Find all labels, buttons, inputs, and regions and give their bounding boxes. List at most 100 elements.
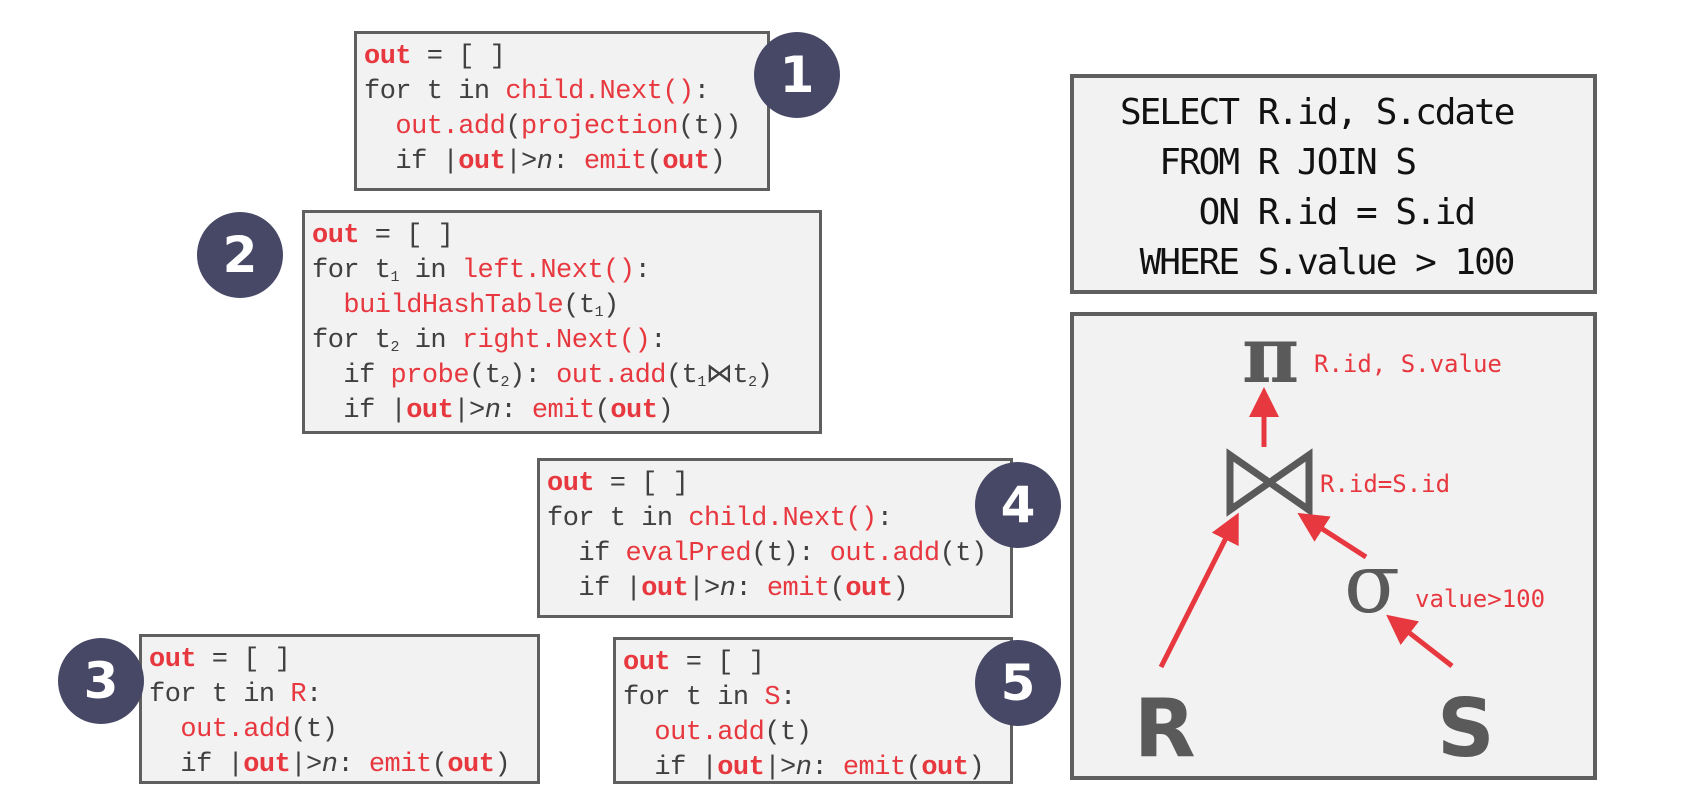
code-token: emit [368,750,432,780]
code-token: out.add [556,361,666,391]
code-token: : [552,147,584,177]
code-token: out [921,753,969,783]
code-line: if |out|>n: emit(out) [364,145,767,180]
code-token: : [735,574,767,604]
code-token: right.Next() [461,326,651,356]
code-token: (t) [764,718,812,748]
code-token: n [484,396,501,426]
code-token: n [536,147,553,177]
code-token: ( [431,750,448,780]
code-line: out = [ ] [623,646,1010,681]
code-token: (t): [751,539,830,569]
code-line: if probe(t2): out.add(t1⋈t2) [312,359,819,394]
code-token: = [ ] [196,645,291,675]
code-line: for t1 in left.Next(): [312,254,819,289]
sql-line: WHERE S.value > 100 [1082,238,1593,288]
step-badge-2: 2 [197,212,283,298]
code-token: if | [623,753,718,783]
selection-operator-code: out = [ ] for t in child.Next(): if evalP… [537,458,1013,618]
code-token: (t) [939,539,988,569]
arrow-r-to-join [1158,512,1239,669]
code-token: 2 [500,374,509,391]
code-line: buildHashTable(t1) [312,289,819,324]
projection-symbol-icon: π [1242,316,1299,401]
query-plan-tree: π R.id, S.value R.id=S.id σ value>100 R … [1070,312,1597,780]
code-token: ) [709,147,726,177]
code-token: : [634,256,651,286]
code-token: ( [594,396,611,426]
code-token: emit [842,753,906,783]
code-token: emit [766,574,830,604]
step-badge-5: 5 [975,640,1061,726]
selection-symbol-icon: σ [1344,537,1400,632]
sql-keyword: WHERE [1139,242,1240,283]
code-line: out.add(projection(t)) [364,110,767,145]
code-line: if evalPred(t): out.add(t) [547,537,1010,572]
code-token: out.add [654,718,765,748]
code-token: for t [312,326,391,356]
code-token: for t in [364,77,506,107]
code-token: out [364,42,412,72]
step-badge-3: 3 [58,638,144,724]
code-token: out [243,750,291,780]
code-token: out.add [829,539,940,569]
code-line: out = [ ] [149,643,537,678]
scan-r-operator-code: out = [ ] for t in R: out.add(t) if |out|… [139,634,540,784]
code-token: : [876,504,893,534]
sql-line: SELECT R.id, S.cdate [1082,88,1593,138]
code-token: : [780,683,796,713]
code-token: out [458,147,506,177]
code-token: |> [688,574,720,604]
join-symbol-icon [1226,448,1313,517]
code-token: : [306,680,322,710]
code-token: ( [829,574,846,604]
step-badge-1: 1 [754,32,840,118]
code-token: ) [603,291,619,321]
code-token: out [447,750,495,780]
code-token: (t) [290,715,338,745]
hash-join-operator-code: out = [ ] for t1 in left.Next(): buildHas… [302,210,822,434]
code-token: ( [505,112,522,142]
code-line: for t in child.Next(): [364,75,767,110]
code-token: ) [892,574,909,604]
code-token: if | [149,750,244,780]
sql-line: FROM R JOIN S [1082,138,1593,188]
code-token: : [650,326,666,356]
code-token: out [312,221,360,251]
code-line: out = [ ] [312,219,819,254]
code-line: for t in S: [623,681,1010,716]
code-token: ( [646,147,663,177]
code-token: |> [453,396,485,426]
code-token: 1 [594,304,604,321]
sql-keyword: FROM [1159,142,1240,183]
code-line: out.add(t) [623,716,1010,751]
code-token: (t [665,361,698,391]
code-token: out [662,147,710,177]
code-token: if | [364,147,459,177]
projection-operator-code: out = [ ] for t in child.Next(): out.add(… [354,31,770,191]
code-token: ) [968,753,985,783]
sql-clause: R JOIN S [1257,142,1417,183]
code-token: out [845,574,893,604]
code-token: 2 [748,374,757,391]
relation-s: S [1437,682,1495,775]
code-token: ) [657,396,674,426]
code-token: 2 [390,339,400,356]
code-token: out [641,574,689,604]
code-token: out [717,753,765,783]
code-token: out [547,469,595,499]
sql-keyword: SELECT [1119,92,1240,133]
code-token: ) [494,750,511,780]
code-token: for t in [547,504,689,534]
code-token: |> [290,750,322,780]
sql-keyword: ON [1198,192,1240,233]
projection-label: R.id, S.value [1314,350,1502,378]
sql-clause: S.value > 100 [1257,242,1516,283]
code-token: projection [521,112,679,142]
code-token: left.Next() [461,256,635,286]
code-token: = [ ] [670,648,765,678]
code-token: : [811,753,843,783]
